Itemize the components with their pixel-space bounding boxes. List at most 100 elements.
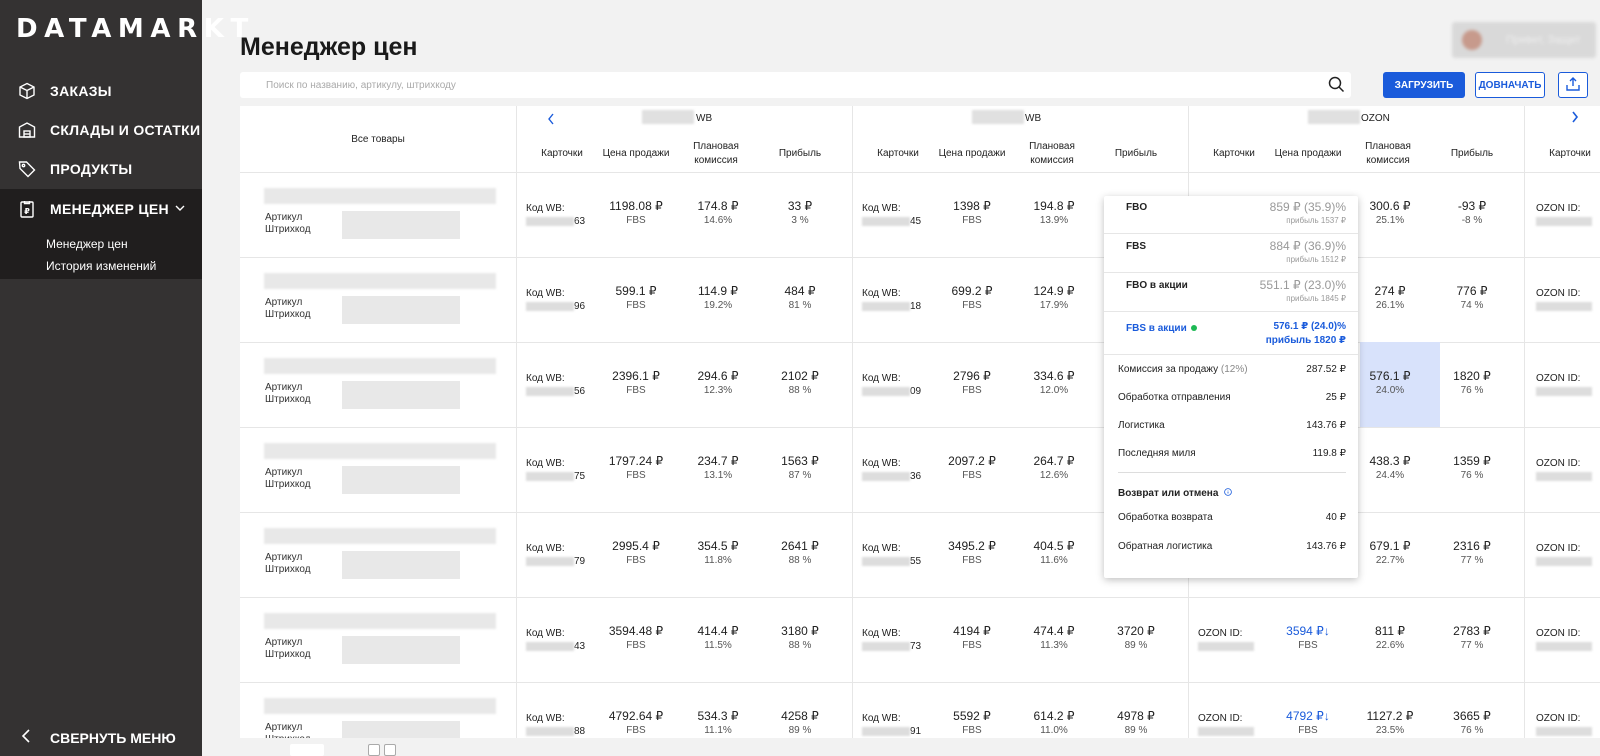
- sidebar-item-orders[interactable]: ЗАКАЗЫ: [0, 71, 202, 111]
- col-commission[interactable]: Плановая комиссия: [1348, 136, 1428, 172]
- profit-cell[interactable]: -93 ₽ -8 %: [1422, 198, 1522, 228]
- wb-code[interactable]: Код WB: 43: [526, 627, 585, 653]
- tag-icon: [0, 160, 50, 178]
- ozon-id[interactable]: OZON ID:: [1198, 712, 1254, 738]
- product-codes: [342, 466, 460, 494]
- wb-code[interactable]: Код WB: 75: [526, 457, 585, 483]
- product-name[interactable]: [264, 273, 496, 289]
- option-fbs[interactable]: FBS 884 ₽ (36.9)% прибыль 1512 ₽: [1104, 235, 1358, 273]
- chevron-down-icon[interactable]: [174, 201, 186, 217]
- info-icon[interactable]: [1224, 488, 1232, 499]
- col-price[interactable]: Цена продажи: [1258, 136, 1358, 172]
- return-line: Обработка возврата 40 ₽: [1118, 512, 1346, 523]
- wb-code[interactable]: Код WB: 96: [526, 287, 585, 313]
- ozon-id[interactable]: OZON ID:: [1536, 372, 1592, 398]
- product-name[interactable]: [264, 613, 496, 629]
- wb-code[interactable]: Код WB: 55: [862, 542, 921, 568]
- wb-code[interactable]: Код WB: 88: [526, 712, 585, 738]
- profit-cell[interactable]: 33 ₽3 %: [750, 198, 850, 228]
- pagination-item[interactable]: [368, 744, 380, 756]
- profit-cell[interactable]: 1563 ₽87 %: [750, 453, 850, 483]
- chevron-right-icon[interactable]: [1570, 110, 1580, 129]
- commission-cell[interactable]: 264.7 ₽12.6%: [1004, 453, 1104, 483]
- export-button[interactable]: [1558, 72, 1588, 98]
- product-codes: [342, 721, 460, 738]
- sidebar-item-warehouses[interactable]: СКЛАДЫ И ОСТАТКИ: [0, 110, 202, 150]
- ozon-id[interactable]: OZON ID:: [1536, 627, 1592, 653]
- profit-cell[interactable]: 776 ₽74 %: [1422, 283, 1522, 313]
- download-button[interactable]: ДОВНАЧАТЬ: [1475, 72, 1545, 98]
- svg-text:₽: ₽: [24, 207, 30, 216]
- col-commission[interactable]: Плановая комиссия: [676, 136, 756, 172]
- profit-cell[interactable]: 4258 ₽89 %: [750, 708, 850, 738]
- option-fbs-promo[interactable]: FBS в акции 576.1 ₽ (24.0)% прибыль 1820…: [1104, 313, 1358, 355]
- profit-cell[interactable]: 1359 ₽76 %: [1422, 453, 1522, 483]
- share-upload-icon: [1565, 76, 1581, 95]
- wb-code[interactable]: Код WB: 56: [526, 372, 585, 398]
- ozon-id[interactable]: OZON ID:: [1536, 542, 1592, 568]
- profit-cell[interactable]: 484 ₽81 %: [750, 283, 850, 313]
- sidebar-item-products[interactable]: ПРОДУКТЫ: [0, 149, 202, 189]
- commission-cell[interactable]: 194.8 ₽13.9%: [1004, 198, 1104, 228]
- col-cards[interactable]: Карточки: [1530, 136, 1600, 172]
- search-icon[interactable]: [1328, 76, 1345, 98]
- wb-code[interactable]: Код WB: 18: [862, 287, 921, 313]
- search-input[interactable]: [240, 72, 1320, 98]
- col-price[interactable]: Цена продажи: [586, 136, 686, 172]
- upload-button[interactable]: ЗАГРУЗИТЬ: [1383, 72, 1465, 98]
- submenu-item-history[interactable]: История изменений: [46, 259, 156, 273]
- article-label: Артикул: [265, 552, 303, 563]
- wb-code[interactable]: Код WB: 09: [862, 372, 921, 398]
- profit-cell[interactable]: 2783 ₽77 %: [1422, 623, 1522, 653]
- wb-code[interactable]: Код WB: 91: [862, 712, 921, 738]
- option-fbo-promo[interactable]: FBO в акции 551.1 ₽ (23.0)% прибыль 1845…: [1104, 274, 1358, 312]
- option-fbo[interactable]: FBO 859 ₽ (35.9)% прибыль 1537 ₽: [1104, 196, 1358, 234]
- barcode-label: Штрихкод: [265, 224, 311, 235]
- profile-menu[interactable]: Привет, Защит: [1452, 22, 1596, 58]
- box-icon: [0, 82, 50, 100]
- sidebar-item-price-manager[interactable]: ₽ МЕНЕДЖЕР ЦЕН: [0, 189, 202, 229]
- wb-code[interactable]: Код WB: 36: [862, 457, 921, 483]
- ozon-id[interactable]: OZON ID:: [1536, 287, 1592, 313]
- ozon-id[interactable]: OZON ID:: [1536, 457, 1592, 483]
- col-profit[interactable]: Прибыль: [1096, 136, 1176, 172]
- col-price[interactable]: Цена продажи: [922, 136, 1022, 172]
- chevron-left-icon: [0, 728, 50, 747]
- collapse-menu-button[interactable]: СВЕРНУТЬ МЕНЮ: [0, 728, 202, 747]
- product-name[interactable]: [264, 188, 496, 204]
- sidebar-item-label: ПРОДУКТЫ: [50, 161, 133, 177]
- wb-code[interactable]: Код WB: 63: [526, 202, 585, 228]
- wb-code[interactable]: Код WB: 73: [862, 627, 921, 653]
- product-name[interactable]: [264, 698, 496, 714]
- profit-cell[interactable]: 3665 ₽76 %: [1422, 708, 1522, 738]
- submenu-item-price-manager[interactable]: Менеджер цен: [46, 237, 128, 251]
- profit-cell[interactable]: 2316 ₽77 %: [1422, 538, 1522, 568]
- profit-cell[interactable]: 4978 ₽89 %: [1086, 708, 1186, 738]
- profit-cell[interactable]: 2102 ₽88 %: [750, 368, 850, 398]
- commission-cell[interactable]: 334.6 ₽12.0%: [1004, 368, 1104, 398]
- wb-code[interactable]: Код WB: 79: [526, 542, 585, 568]
- profit-cell[interactable]: 1820 ₽76 %: [1422, 368, 1522, 398]
- product-name[interactable]: [264, 358, 496, 374]
- wb-code[interactable]: Код WB: 45: [862, 202, 921, 228]
- product-name[interactable]: [264, 528, 496, 544]
- ozon-id[interactable]: OZON ID:: [1536, 712, 1592, 738]
- app-logo[interactable]: DATAMARKT: [16, 14, 255, 44]
- col-commission[interactable]: Плановая комиссия: [1012, 136, 1092, 172]
- barcode-label: Штрихкод: [265, 309, 311, 320]
- pagination-item[interactable]: [290, 744, 324, 756]
- commission-cell[interactable]: 404.5 ₽11.6%: [1004, 538, 1104, 568]
- col-profit[interactable]: Прибыль: [760, 136, 840, 172]
- col-profit[interactable]: Прибыль: [1432, 136, 1512, 172]
- sidebar-submenu: Менеджер цен История изменений: [0, 229, 202, 279]
- profit-cell[interactable]: 3180 ₽88 %: [750, 623, 850, 653]
- profit-cell[interactable]: 2641 ₽88 %: [750, 538, 850, 568]
- profit-cell[interactable]: 3720 ₽89 %: [1086, 623, 1186, 653]
- ozon-id[interactable]: OZON ID:: [1198, 627, 1254, 653]
- commission-cell[interactable]: 124.9 ₽17.9%: [1004, 283, 1104, 313]
- pagination-item[interactable]: [384, 744, 396, 756]
- ozon-id[interactable]: OZON ID:: [1536, 202, 1592, 228]
- all-products-header[interactable]: Все товары: [240, 106, 516, 172]
- marketplace-header-wb-1: WB: [696, 113, 713, 124]
- product-name[interactable]: [264, 443, 496, 459]
